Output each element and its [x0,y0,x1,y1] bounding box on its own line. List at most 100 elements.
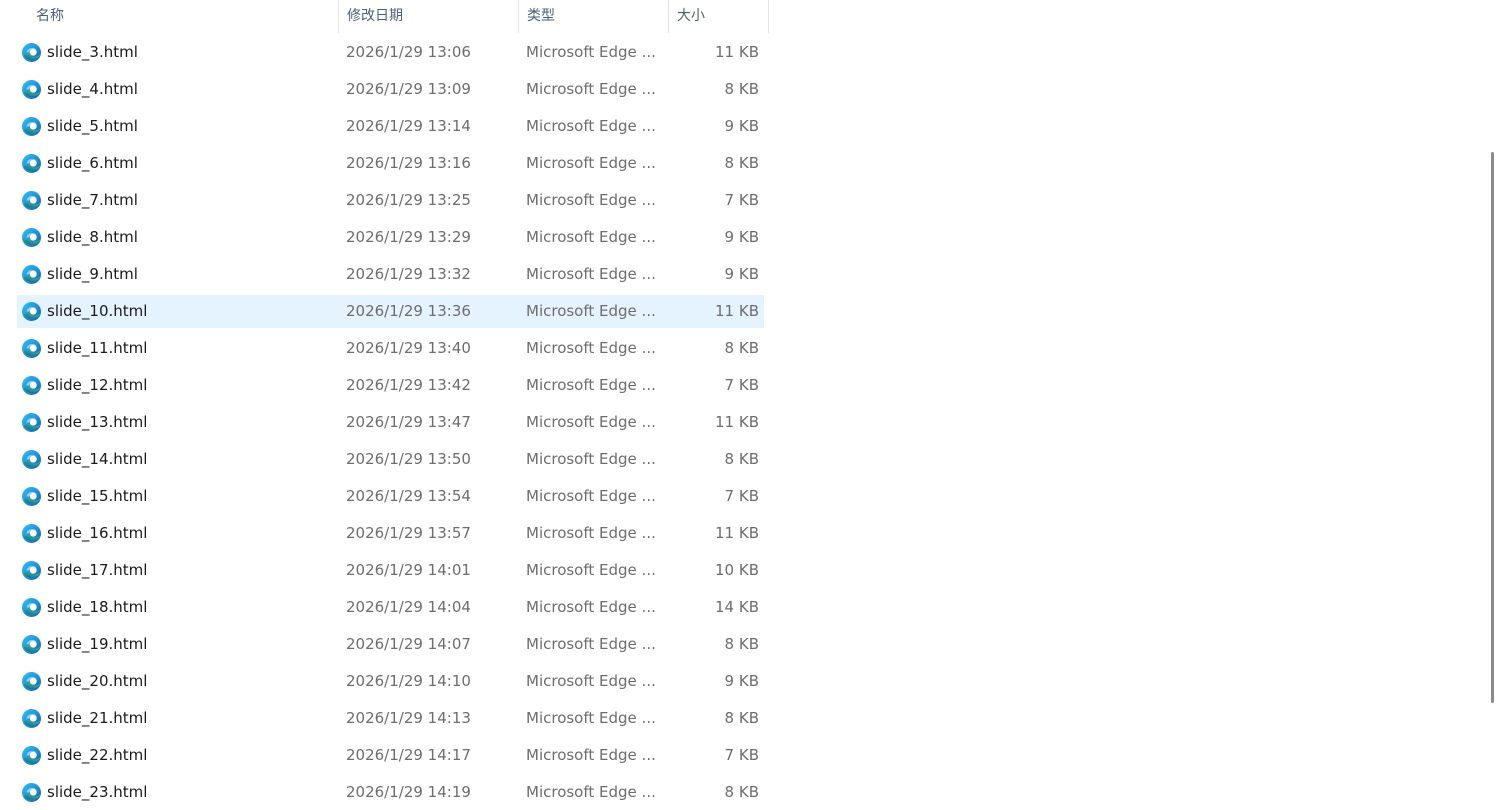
file-row[interactable]: slide_13.html 2026/1/29 13:47 Microsoft … [0,404,1490,441]
file-type: Microsoft Edge ... [526,561,656,579]
file-row[interactable]: slide_3.html 2026/1/29 13:06 Microsoft E… [0,34,1490,71]
file-row[interactable]: slide_9.html 2026/1/29 13:32 Microsoft E… [0,256,1490,293]
microsoft-edge-html-icon [21,523,42,544]
file-modified-date: 2026/1/29 13:32 [346,265,471,283]
microsoft-edge-html-icon [21,745,42,766]
file-modified-date: 2026/1/29 13:54 [346,487,471,505]
file-type: Microsoft Edge ... [526,635,656,653]
file-name: slide_13.html [47,413,148,431]
file-row[interactable]: slide_5.html 2026/1/29 13:14 Microsoft E… [0,108,1490,145]
file-type: Microsoft Edge ... [526,709,656,727]
file-name: slide_22.html [47,746,148,764]
file-size: 8 KB [724,80,759,98]
file-modified-date: 2026/1/29 13:06 [346,43,471,61]
file-size: 11 KB [715,524,759,542]
file-row[interactable]: slide_8.html 2026/1/29 13:29 Microsoft E… [0,219,1490,256]
file-modified-date: 2026/1/29 13:50 [346,450,471,468]
file-name: slide_9.html [47,265,138,283]
file-modified-date: 2026/1/29 14:01 [346,561,471,579]
microsoft-edge-html-icon [21,782,42,803]
microsoft-edge-html-icon [21,264,42,285]
file-row[interactable]: slide_7.html 2026/1/29 13:25 Microsoft E… [0,182,1490,219]
scrollbar-thumb[interactable] [1491,152,1494,703]
file-size: 14 KB [715,598,759,616]
file-size: 7 KB [724,487,759,505]
file-name: slide_17.html [47,561,148,579]
file-type: Microsoft Edge ... [526,376,656,394]
microsoft-edge-html-icon [21,708,42,729]
microsoft-edge-html-icon [21,412,42,433]
file-modified-date: 2026/1/29 14:13 [346,709,471,727]
file-row[interactable]: slide_18.html 2026/1/29 14:04 Microsoft … [0,589,1490,626]
file-type: Microsoft Edge ... [526,783,656,801]
file-name: slide_8.html [47,228,138,246]
file-row[interactable]: slide_22.html 2026/1/29 14:17 Microsoft … [0,737,1490,774]
file-row[interactable]: slide_21.html 2026/1/29 14:13 Microsoft … [0,700,1490,737]
file-type: Microsoft Edge ... [526,191,656,209]
file-size: 11 KB [715,413,759,431]
file-size: 8 KB [724,154,759,172]
file-type: Microsoft Edge ... [526,339,656,357]
file-modified-date: 2026/1/29 13:47 [346,413,471,431]
file-modified-date: 2026/1/29 14:19 [346,783,471,801]
file-row[interactable]: slide_12.html 2026/1/29 13:42 Microsoft … [0,367,1490,404]
microsoft-edge-html-icon [21,486,42,507]
microsoft-edge-html-icon [21,116,42,137]
file-size: 11 KB [715,43,759,61]
file-row[interactable]: slide_16.html 2026/1/29 13:57 Microsoft … [0,515,1490,552]
file-row[interactable]: slide_10.html 2026/1/29 13:36 Microsoft … [0,293,1490,330]
microsoft-edge-html-icon [21,338,42,359]
file-type: Microsoft Edge ... [526,746,656,764]
file-type: Microsoft Edge ... [526,80,656,98]
file-type: Microsoft Edge ... [526,487,656,505]
file-type: Microsoft Edge ... [526,672,656,690]
file-size: 8 KB [724,783,759,801]
column-header-name-label: 名称 [36,8,64,24]
file-row[interactable]: slide_6.html 2026/1/29 13:16 Microsoft E… [0,145,1490,182]
file-row[interactable]: slide_19.html 2026/1/29 14:07 Microsoft … [0,626,1490,663]
file-type: Microsoft Edge ... [526,413,656,431]
file-list-view: 名称 修改日期 类型 大小 slide_3.html 2026/1/29 13:… [0,0,1504,810]
file-size: 7 KB [724,191,759,209]
file-modified-date: 2026/1/29 14:17 [346,746,471,764]
microsoft-edge-html-icon [21,671,42,692]
column-header-date[interactable]: 修改日期 [339,0,519,33]
column-header-size-label: 大小 [677,8,705,24]
microsoft-edge-html-icon [21,153,42,174]
file-row[interactable]: slide_23.html 2026/1/29 14:19 Microsoft … [0,774,1490,810]
column-header-type-label: 类型 [527,8,555,24]
file-size: 9 KB [724,117,759,135]
microsoft-edge-html-icon [21,190,42,211]
column-header-date-label: 修改日期 [347,8,403,24]
microsoft-edge-html-icon [21,42,42,63]
file-name: slide_3.html [47,43,138,61]
file-size: 8 KB [724,450,759,468]
file-name: slide_21.html [47,709,148,727]
file-row[interactable]: slide_14.html 2026/1/29 13:50 Microsoft … [0,441,1490,478]
file-name: slide_15.html [47,487,148,505]
file-modified-date: 2026/1/29 13:25 [346,191,471,209]
file-type: Microsoft Edge ... [526,228,656,246]
microsoft-edge-html-icon [21,375,42,396]
file-row[interactable]: slide_17.html 2026/1/29 14:01 Microsoft … [0,552,1490,589]
file-type: Microsoft Edge ... [526,450,656,468]
microsoft-edge-html-icon [21,301,42,322]
column-header-size[interactable]: 大小 [669,0,769,33]
file-name: slide_20.html [47,672,148,690]
file-name: slide_5.html [47,117,138,135]
file-row[interactable]: slide_15.html 2026/1/29 13:54 Microsoft … [0,478,1490,515]
microsoft-edge-html-icon [21,79,42,100]
file-row[interactable]: slide_4.html 2026/1/29 13:09 Microsoft E… [0,71,1490,108]
file-modified-date: 2026/1/29 13:16 [346,154,471,172]
file-modified-date: 2026/1/29 13:42 [346,376,471,394]
file-modified-date: 2026/1/29 14:07 [346,635,471,653]
column-header-name[interactable]: 名称 [28,0,339,33]
file-name: slide_7.html [47,191,138,209]
file-row[interactable]: slide_11.html 2026/1/29 13:40 Microsoft … [0,330,1490,367]
file-name: slide_14.html [47,450,148,468]
file-size: 9 KB [724,265,759,283]
file-name: slide_18.html [47,598,148,616]
column-header-type[interactable]: 类型 [519,0,669,33]
microsoft-edge-html-icon [21,634,42,655]
file-row[interactable]: slide_20.html 2026/1/29 14:10 Microsoft … [0,663,1490,700]
